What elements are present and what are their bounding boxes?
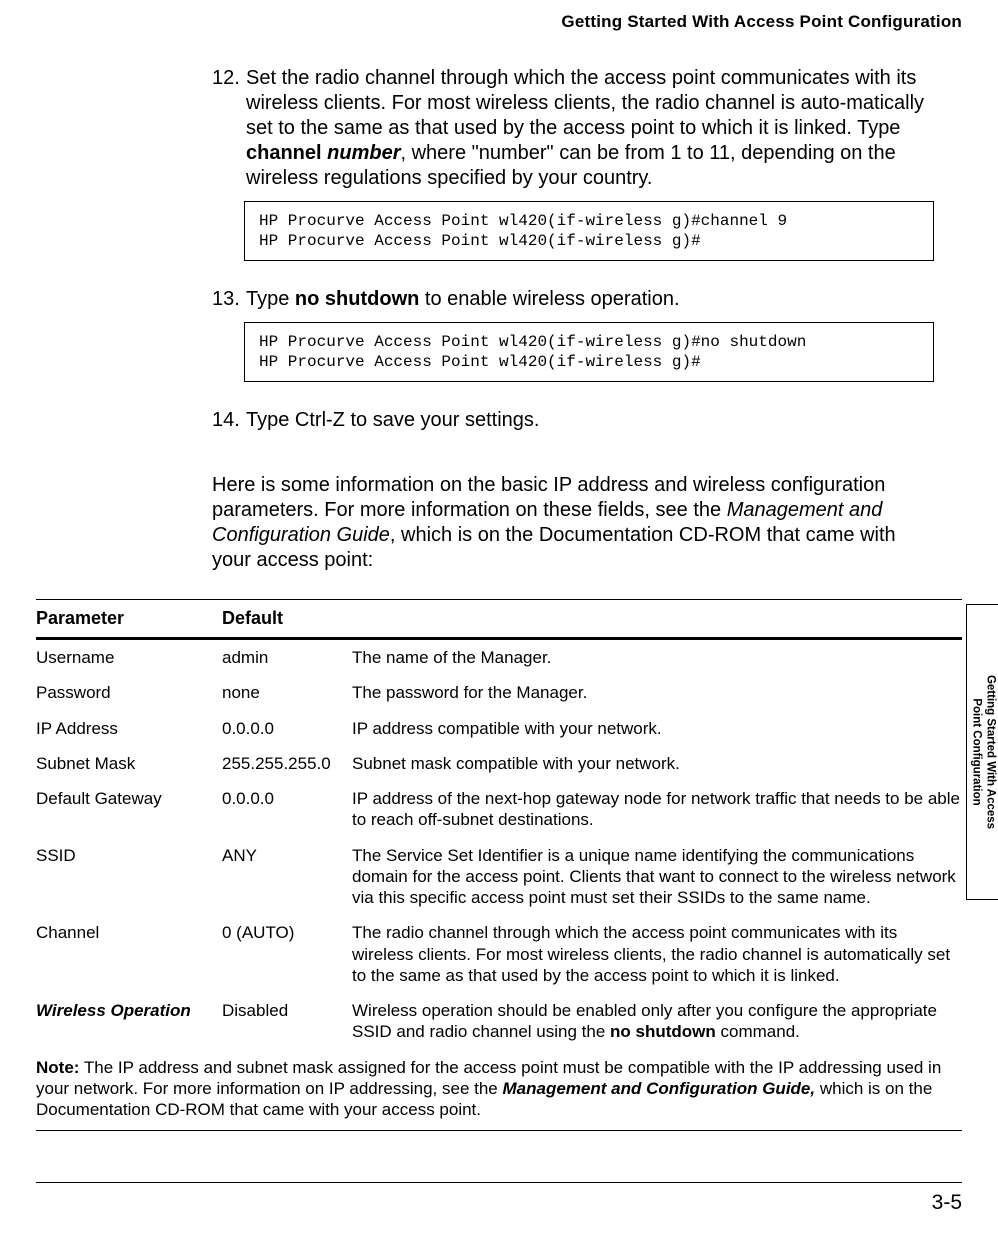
side-tab-line1: Getting Started With Access [983, 675, 997, 829]
cell-param: SSID [36, 845, 222, 909]
cell-desc: The Service Set Identifier is a unique n… [352, 845, 962, 909]
cell-desc: The password for the Manager. [352, 682, 962, 703]
table-row: Password none The password for the Manag… [36, 675, 962, 710]
page-footer: 3-5 [36, 1182, 962, 1215]
step-13: 13. Type no shutdown to enable wireless … [212, 287, 934, 382]
parameter-table: Parameter Default Username admin The nam… [36, 599, 962, 1131]
table-note: Note: The IP address and subnet mask ass… [36, 1050, 962, 1131]
cell-desc: The name of the Manager. [352, 647, 962, 668]
step-14: 14. Type Ctrl-Z to save your settings. [212, 408, 934, 433]
cell-param: Wireless Operation [36, 1000, 222, 1043]
page-number: 3-5 [36, 1191, 962, 1215]
table-row: Username admin The name of the Manager. [36, 640, 962, 675]
cell-desc: IP address compatible with your network. [352, 718, 962, 739]
table-row: SSID ANY The Service Set Identifier is a… [36, 838, 962, 916]
step-14-text: Type Ctrl-Z to save your settings. [246, 408, 934, 433]
intro-paragraph: Here is some information on the basic IP… [212, 473, 934, 573]
step-12-code: HP Procurve Access Point wl420(if-wirele… [244, 201, 934, 261]
cell-param: Password [36, 682, 222, 703]
table-row: Wireless Operation Disabled Wireless ope… [36, 993, 962, 1050]
cell-default: 255.255.255.0 [222, 753, 352, 774]
table-row: Channel 0 (AUTO) The radio channel throu… [36, 915, 962, 993]
col-header-parameter: Parameter [36, 608, 222, 629]
step-12-text: Set the radio channel through which the … [246, 66, 934, 191]
col-header-default: Default [222, 608, 352, 629]
step-12-number: 12. [212, 66, 246, 191]
cell-desc: IP address of the next-hop gateway node … [352, 788, 962, 831]
step-12: 12. Set the radio channel through which … [212, 66, 934, 261]
cell-desc: Wireless operation should be enabled onl… [352, 1000, 962, 1043]
table-row: IP Address 0.0.0.0 IP address compatible… [36, 711, 962, 746]
table-row: Default Gateway 0.0.0.0 IP address of th… [36, 781, 962, 838]
cell-default: 0 (AUTO) [222, 922, 352, 986]
cell-default: 0.0.0.0 [222, 718, 352, 739]
cell-default: none [222, 682, 352, 703]
cell-param: Subnet Mask [36, 753, 222, 774]
cell-default: ANY [222, 845, 352, 909]
cell-param: Default Gateway [36, 788, 222, 831]
cell-param: Channel [36, 922, 222, 986]
step-13-text: Type no shutdown to enable wireless oper… [246, 287, 934, 312]
step-13-code: HP Procurve Access Point wl420(if-wirele… [244, 322, 934, 382]
step-13-number: 13. [212, 287, 246, 312]
table-row: Subnet Mask 255.255.255.0 Subnet mask co… [36, 746, 962, 781]
side-tab-line2: Point Configuration [968, 675, 982, 829]
table-header: Parameter Default [36, 600, 962, 637]
cell-param: Username [36, 647, 222, 668]
cell-default: 0.0.0.0 [222, 788, 352, 831]
cell-default: admin [222, 647, 352, 668]
cell-desc: The radio channel through which the acce… [352, 922, 962, 986]
cell-default: Disabled [222, 1000, 352, 1043]
side-tab: Getting Started With Access Point Config… [966, 604, 998, 900]
cell-param: IP Address [36, 718, 222, 739]
running-header: Getting Started With Access Point Config… [36, 12, 962, 32]
cell-desc: Subnet mask compatible with your network… [352, 753, 962, 774]
step-14-number: 14. [212, 408, 246, 433]
